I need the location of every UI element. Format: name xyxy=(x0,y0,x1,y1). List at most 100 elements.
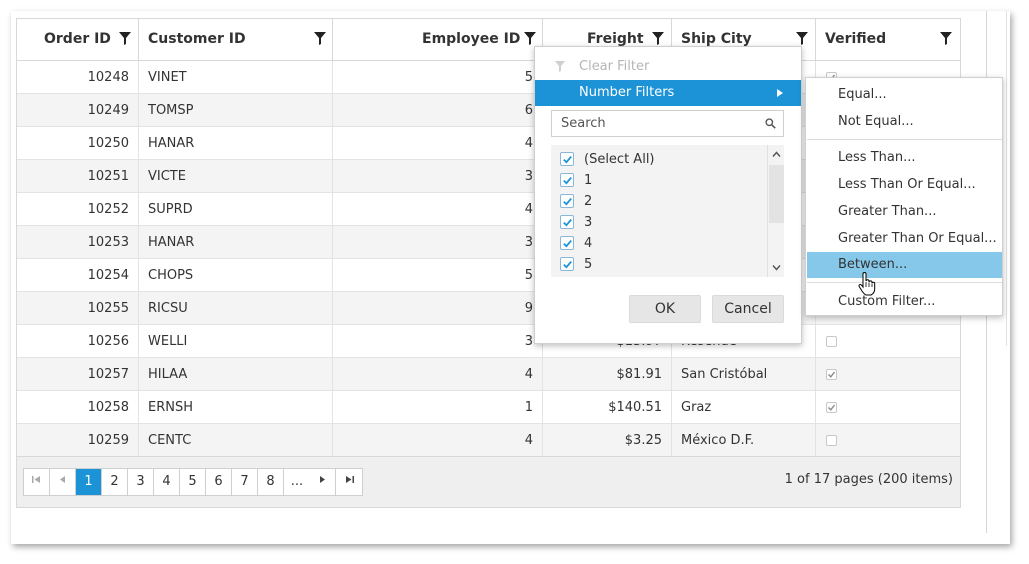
page-button[interactable]: 8 xyxy=(258,469,284,495)
filter-list-scrollbar[interactable] xyxy=(767,145,784,277)
ship-city-cell: Graz xyxy=(672,391,816,424)
freight-cell: $81.91 xyxy=(543,358,672,391)
order-id-cell: 10250 xyxy=(17,127,139,160)
submenu-item-greater-than-or-equal[interactable]: Greater Than Or Equal... xyxy=(807,226,1002,252)
submenu-item-less-than-or-equal[interactable]: Less Than Or Equal... xyxy=(807,172,1002,198)
filter-icon[interactable] xyxy=(796,32,808,45)
submenu-item-not-equal[interactable]: Not Equal... xyxy=(807,109,1002,135)
cancel-button[interactable]: Cancel xyxy=(712,295,784,323)
submenu-item-equal[interactable]: Equal... xyxy=(807,82,1002,108)
page-button[interactable]: 4 xyxy=(154,469,180,495)
hand-cursor-icon xyxy=(858,272,876,296)
submenu-item-greater-than[interactable]: Greater Than... xyxy=(807,199,1002,225)
column-header-label: Verified xyxy=(825,31,887,47)
number-filters-label: Number Filters xyxy=(579,85,675,100)
filter-icon[interactable] xyxy=(652,32,664,45)
order-id-cell: 10255 xyxy=(17,292,139,325)
scrollbar-thumb[interactable] xyxy=(769,165,784,223)
order-id-cell: 10254 xyxy=(17,259,139,292)
next-page-icon[interactable] xyxy=(310,469,336,495)
filter-value-label: 3 xyxy=(584,215,593,230)
page-button[interactable]: 2 xyxy=(102,469,128,495)
checked-checkbox-icon[interactable] xyxy=(560,194,574,208)
page-button[interactable]: 3 xyxy=(128,469,154,495)
employee-id-cell: 5 xyxy=(333,61,543,94)
table-row[interactable]: 10256WELLI3$13.97Resende xyxy=(17,325,960,358)
page-button[interactable]: 6 xyxy=(206,469,232,495)
filter-value-list: (Select All) 1 2 3 4 5 xyxy=(551,145,784,277)
ok-button[interactable]: OK xyxy=(629,295,701,323)
order-id-cell: 10249 xyxy=(17,94,139,127)
last-page-icon[interactable] xyxy=(336,469,362,495)
page-more-button[interactable]: ... xyxy=(284,469,310,495)
submenu-item-custom-filter[interactable]: Custom Filter... xyxy=(807,289,1002,315)
select-all-item[interactable]: (Select All) xyxy=(560,149,655,170)
search-input[interactable] xyxy=(552,111,757,136)
column-header-verified[interactable]: Verified xyxy=(816,19,960,61)
table-row[interactable]: 10259 CENTC 4 $3.25 México D.F. xyxy=(17,424,960,457)
verified-cell xyxy=(816,424,960,457)
column-filter-menu: Clear Filter Number Filters (Select All)… xyxy=(534,46,802,344)
employee-id-cell: 3 xyxy=(333,160,543,193)
page-button[interactable]: 5 xyxy=(180,469,206,495)
checked-checkbox-icon[interactable] xyxy=(560,173,574,187)
freight-cell: $3.25 xyxy=(543,424,672,457)
checked-checkbox-icon xyxy=(826,402,837,413)
scroll-down-icon[interactable] xyxy=(772,263,781,272)
customer-id-cell: WELLI xyxy=(139,325,333,358)
verified-cell xyxy=(816,391,960,424)
column-header-customer-id[interactable]: Customer ID xyxy=(139,19,333,61)
checked-checkbox-icon[interactable] xyxy=(560,152,574,166)
order-id-cell: 10256 xyxy=(17,325,139,358)
filter-value-item[interactable]: 4 xyxy=(560,233,592,254)
filter-icon[interactable] xyxy=(940,32,952,45)
checked-checkbox-icon[interactable] xyxy=(560,215,574,229)
pager-buttons: 1 2 3 4 5 6 7 8... xyxy=(23,468,363,496)
filter-value-item[interactable]: 1 xyxy=(560,170,592,191)
filter-icon[interactable] xyxy=(314,32,326,45)
column-header-label: Employee ID xyxy=(422,31,521,47)
column-header-employee-id[interactable]: Employee ID xyxy=(333,19,543,61)
first-page-icon[interactable] xyxy=(24,469,50,495)
submenu-separator xyxy=(807,139,1002,140)
pager: 1 2 3 4 5 6 7 8... 1 of 17 pages (200 items) xyxy=(17,456,960,507)
filter-value-item[interactable]: 2 xyxy=(560,191,592,212)
pager-info: 1 of 17 pages (200 items) xyxy=(784,472,953,487)
filter-icon[interactable] xyxy=(524,32,536,45)
prev-page-icon[interactable] xyxy=(50,469,76,495)
employee-id-cell: 4 xyxy=(333,127,543,160)
employee-id-cell: 5 xyxy=(333,259,543,292)
scroll-up-icon[interactable] xyxy=(772,150,781,159)
filter-value-label: 1 xyxy=(584,173,593,188)
checked-checkbox-icon[interactable] xyxy=(560,257,574,271)
page-number-list: 1 2 3 4 5 6 7 8... xyxy=(76,469,310,495)
employee-id-cell: 9 xyxy=(333,292,543,325)
checked-checkbox-icon[interactable] xyxy=(560,236,574,250)
page-button[interactable]: 7 xyxy=(232,469,258,495)
verified-cell xyxy=(816,358,960,391)
clear-filter-item[interactable]: Clear Filter xyxy=(535,55,801,79)
order-id-cell: 10253 xyxy=(17,226,139,259)
grid-header: Order ID Customer ID Employee ID Freight… xyxy=(17,19,960,61)
table-row[interactable]: 10258 ERNSH 1 $140.51 Graz xyxy=(17,391,960,424)
table-row[interactable]: 10257 HILAA 4 $81.91 San Cristóbal xyxy=(17,358,960,391)
customer-id-cell: ERNSH xyxy=(139,391,333,424)
filter-value-item[interactable]: 3 xyxy=(560,212,592,233)
filter-value-label: 5 xyxy=(584,257,593,272)
submenu-item-less-than[interactable]: Less Than... xyxy=(807,145,1002,171)
number-filters-item[interactable]: Number Filters xyxy=(535,80,801,106)
customer-id-cell: CENTC xyxy=(139,424,333,457)
submenu-arrow-icon xyxy=(777,89,783,97)
employee-id-cell: 1 xyxy=(333,391,543,424)
customer-id-cell: VICTE xyxy=(139,160,333,193)
submenu-item-between[interactable]: Between... xyxy=(807,252,1002,278)
submenu-separator xyxy=(807,282,1002,283)
customer-id-cell: CHOPS xyxy=(139,259,333,292)
filter-value-item[interactable]: 5 xyxy=(560,254,592,275)
employee-id-cell: 3 xyxy=(333,325,543,358)
employee-id-cell: 4 xyxy=(333,424,543,457)
column-header-order-id[interactable]: Order ID xyxy=(17,19,139,61)
filter-icon[interactable] xyxy=(119,32,131,45)
clear-filter-label: Clear Filter xyxy=(579,59,650,74)
page-button[interactable]: 1 xyxy=(76,469,102,495)
